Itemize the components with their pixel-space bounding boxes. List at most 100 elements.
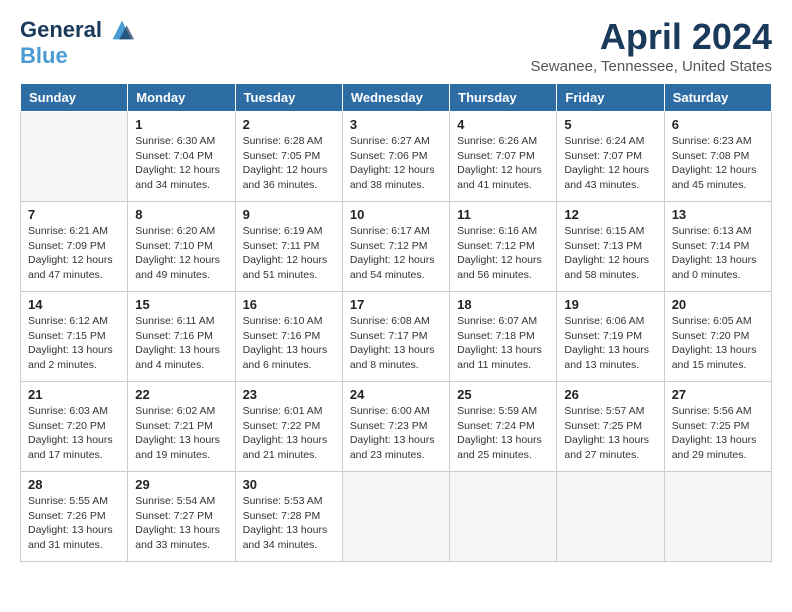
day-info: Sunrise: 6:30 AM Sunset: 7:04 PM Dayligh… [135, 134, 227, 193]
calendar-cell: 19 Sunrise: 6:06 AM Sunset: 7:19 PM Dayli… [557, 292, 664, 382]
logo: General Blue [20, 16, 136, 68]
logo-icon [108, 16, 136, 44]
day-number: 18 [457, 297, 549, 312]
day-number: 6 [672, 117, 764, 132]
calendar-cell: 15 Sunrise: 6:11 AM Sunset: 7:16 PM Dayli… [128, 292, 235, 382]
day-number: 19 [564, 297, 656, 312]
day-info: Sunrise: 6:06 AM Sunset: 7:19 PM Dayligh… [564, 314, 656, 373]
day-number: 20 [672, 297, 764, 312]
calendar-cell: 22Sunrise: 6:02 AM Sunset: 7:21 PM Dayli… [128, 382, 235, 472]
calendar-cell: 10 Sunrise: 6:17 AM Sunset: 7:12 PM Dayli… [342, 202, 449, 292]
day-info: Sunrise: 6:03 AM Sunset: 7:20 PM Dayligh… [28, 404, 120, 463]
day-info: Sunrise: 6:17 AM Sunset: 7:12 PM Dayligh… [350, 224, 442, 283]
week-row-1: 1Sunrise: 6:30 AM Sunset: 7:04 PM Daylig… [21, 112, 772, 202]
calendar-cell: 4 Sunrise: 6:26 AM Sunset: 7:07 PM Daylig… [450, 112, 557, 202]
day-info: Sunrise: 5:53 AM Sunset: 7:28 PM Dayligh… [243, 494, 335, 553]
day-info: Sunrise: 6:23 AM Sunset: 7:08 PM Dayligh… [672, 134, 764, 193]
week-row-3: 14 Sunrise: 6:12 AM Sunset: 7:15 PM Dayli… [21, 292, 772, 382]
day-number: 27 [672, 387, 764, 402]
calendar-cell: 29 Sunrise: 5:54 AM Sunset: 7:27 PM Dayli… [128, 472, 235, 562]
day-number: 29 [135, 477, 227, 492]
day-info: Sunrise: 6:05 AM Sunset: 7:20 PM Dayligh… [672, 314, 764, 373]
weekday-wednesday: Wednesday [342, 84, 449, 112]
day-number: 28 [28, 477, 120, 492]
calendar-cell [557, 472, 664, 562]
day-number: 3 [350, 117, 442, 132]
calendar-cell: 17 Sunrise: 6:08 AM Sunset: 7:17 PM Dayli… [342, 292, 449, 382]
day-info: Sunrise: 6:26 AM Sunset: 7:07 PM Dayligh… [457, 134, 549, 193]
day-number: 25 [457, 387, 549, 402]
week-row-2: 7Sunrise: 6:21 AM Sunset: 7:09 PM Daylig… [21, 202, 772, 292]
calendar-cell: 6 Sunrise: 6:23 AM Sunset: 7:08 PM Daylig… [664, 112, 771, 202]
calendar-cell: 5 Sunrise: 6:24 AM Sunset: 7:07 PM Daylig… [557, 112, 664, 202]
main-title: April 2024 [530, 16, 772, 58]
day-info: Sunrise: 5:59 AM Sunset: 7:24 PM Dayligh… [457, 404, 549, 463]
day-info: Sunrise: 6:21 AM Sunset: 7:09 PM Dayligh… [28, 224, 120, 283]
day-info: Sunrise: 6:07 AM Sunset: 7:18 PM Dayligh… [457, 314, 549, 373]
day-info: Sunrise: 6:08 AM Sunset: 7:17 PM Dayligh… [350, 314, 442, 373]
day-info: Sunrise: 5:54 AM Sunset: 7:27 PM Dayligh… [135, 494, 227, 553]
day-number: 11 [457, 207, 549, 222]
weekday-tuesday: Tuesday [235, 84, 342, 112]
calendar-cell: 16 Sunrise: 6:10 AM Sunset: 7:16 PM Dayli… [235, 292, 342, 382]
day-info: Sunrise: 5:56 AM Sunset: 7:25 PM Dayligh… [672, 404, 764, 463]
day-info: Sunrise: 6:12 AM Sunset: 7:15 PM Dayligh… [28, 314, 120, 373]
calendar-cell [21, 112, 128, 202]
calendar-cell: 20 Sunrise: 6:05 AM Sunset: 7:20 PM Dayli… [664, 292, 771, 382]
day-number: 15 [135, 297, 227, 312]
weekday-header-row: SundayMondayTuesdayWednesdayThursdayFrid… [21, 84, 772, 112]
calendar-cell: 9 Sunrise: 6:19 AM Sunset: 7:11 PM Daylig… [235, 202, 342, 292]
calendar-cell: 3Sunrise: 6:27 AM Sunset: 7:06 PM Daylig… [342, 112, 449, 202]
day-info: Sunrise: 5:57 AM Sunset: 7:25 PM Dayligh… [564, 404, 656, 463]
calendar-cell: 8 Sunrise: 6:20 AM Sunset: 7:10 PM Daylig… [128, 202, 235, 292]
calendar-cell: 23Sunrise: 6:01 AM Sunset: 7:22 PM Dayli… [235, 382, 342, 472]
week-row-4: 21 Sunrise: 6:03 AM Sunset: 7:20 PM Dayli… [21, 382, 772, 472]
day-number: 13 [672, 207, 764, 222]
day-number: 14 [28, 297, 120, 312]
calendar-cell: 27 Sunrise: 5:56 AM Sunset: 7:25 PM Dayli… [664, 382, 771, 472]
day-info: Sunrise: 6:02 AM Sunset: 7:21 PM Dayligh… [135, 404, 227, 463]
title-area: April 2024 Sewanee, Tennessee, United St… [530, 16, 772, 75]
day-info: Sunrise: 6:19 AM Sunset: 7:11 PM Dayligh… [243, 224, 335, 283]
day-info: Sunrise: 6:10 AM Sunset: 7:16 PM Dayligh… [243, 314, 335, 373]
calendar-cell [664, 472, 771, 562]
day-number: 16 [243, 297, 335, 312]
day-info: Sunrise: 6:24 AM Sunset: 7:07 PM Dayligh… [564, 134, 656, 193]
calendar-cell: 28 Sunrise: 5:55 AM Sunset: 7:26 PM Dayli… [21, 472, 128, 562]
weekday-thursday: Thursday [450, 84, 557, 112]
calendar-cell: 21 Sunrise: 6:03 AM Sunset: 7:20 PM Dayli… [21, 382, 128, 472]
logo-blue-text: Blue [20, 43, 68, 68]
day-info: Sunrise: 6:01 AM Sunset: 7:22 PM Dayligh… [243, 404, 335, 463]
calendar-cell: 25 Sunrise: 5:59 AM Sunset: 7:24 PM Dayli… [450, 382, 557, 472]
calendar-cell [342, 472, 449, 562]
day-info: Sunrise: 6:13 AM Sunset: 7:14 PM Dayligh… [672, 224, 764, 283]
calendar-cell: 13 Sunrise: 6:13 AM Sunset: 7:14 PM Dayli… [664, 202, 771, 292]
day-number: 8 [135, 207, 227, 222]
calendar-cell: 2Sunrise: 6:28 AM Sunset: 7:05 PM Daylig… [235, 112, 342, 202]
day-info: Sunrise: 5:55 AM Sunset: 7:26 PM Dayligh… [28, 494, 120, 553]
day-number: 10 [350, 207, 442, 222]
page: General Blue April 2024 Sewanee, Tenness… [0, 0, 792, 578]
day-info: Sunrise: 6:20 AM Sunset: 7:10 PM Dayligh… [135, 224, 227, 283]
calendar-cell: 1Sunrise: 6:30 AM Sunset: 7:04 PM Daylig… [128, 112, 235, 202]
day-number: 4 [457, 117, 549, 132]
day-number: 17 [350, 297, 442, 312]
day-number: 2 [243, 117, 335, 132]
calendar-cell: 24Sunrise: 6:00 AM Sunset: 7:23 PM Dayli… [342, 382, 449, 472]
calendar: SundayMondayTuesdayWednesdayThursdayFrid… [20, 83, 772, 562]
weekday-sunday: Sunday [21, 84, 128, 112]
day-number: 26 [564, 387, 656, 402]
day-number: 9 [243, 207, 335, 222]
calendar-cell: 26 Sunrise: 5:57 AM Sunset: 7:25 PM Dayli… [557, 382, 664, 472]
day-number: 21 [28, 387, 120, 402]
week-row-5: 28 Sunrise: 5:55 AM Sunset: 7:26 PM Dayli… [21, 472, 772, 562]
calendar-cell: 14 Sunrise: 6:12 AM Sunset: 7:15 PM Dayli… [21, 292, 128, 382]
day-number: 5 [564, 117, 656, 132]
weekday-saturday: Saturday [664, 84, 771, 112]
day-info: Sunrise: 6:11 AM Sunset: 7:16 PM Dayligh… [135, 314, 227, 373]
day-info: Sunrise: 6:16 AM Sunset: 7:12 PM Dayligh… [457, 224, 549, 283]
day-number: 24 [350, 387, 442, 402]
calendar-cell [450, 472, 557, 562]
subtitle: Sewanee, Tennessee, United States [530, 58, 772, 75]
calendar-cell: 12Sunrise: 6:15 AM Sunset: 7:13 PM Dayli… [557, 202, 664, 292]
